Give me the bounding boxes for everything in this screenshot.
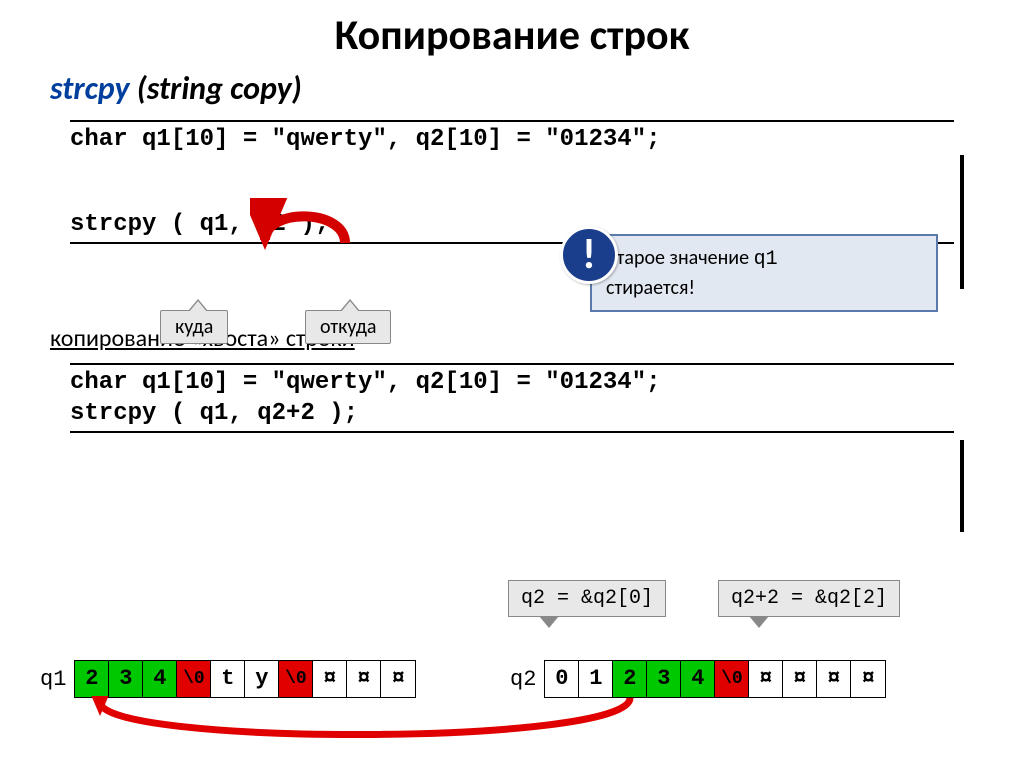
mem-label-q2: q2 bbox=[510, 667, 536, 692]
info-text-1: Старое значение bbox=[606, 246, 754, 270]
memory-cells-q1: 234\0ty\0¤¤¤ bbox=[74, 660, 416, 698]
memory-cell: y bbox=[245, 661, 279, 697]
copy-arrow-icon bbox=[80, 696, 680, 756]
assign-arrow-icon bbox=[250, 198, 370, 258]
memory-cell: ¤ bbox=[313, 661, 347, 697]
mem-label-q1: q1 bbox=[40, 667, 66, 692]
memory-cell: 4 bbox=[143, 661, 177, 697]
dest-tag: куда bbox=[160, 310, 228, 344]
divider bbox=[70, 431, 954, 433]
func-desc: (string copy) bbox=[130, 69, 302, 108]
info-var: q1 bbox=[754, 248, 778, 271]
memory-cell: 1 bbox=[579, 661, 613, 697]
code-block-bar bbox=[960, 440, 964, 532]
exclaim-icon: ! bbox=[560, 226, 618, 284]
memory-cell: \0 bbox=[715, 661, 749, 697]
code-call-2: strcpy ( q1, q2+2 ); bbox=[70, 400, 954, 427]
page-title: Копирование строк bbox=[30, 10, 994, 61]
code-declaration: char q1[10] = "qwerty", q2[10] = "01234"… bbox=[70, 126, 954, 153]
addr-box-left: q2 = &q2[0] bbox=[508, 580, 666, 617]
code-declaration-2: char q1[10] = "qwerty", q2[10] = "01234"… bbox=[70, 369, 954, 396]
memory-cell: ¤ bbox=[851, 661, 885, 697]
memory-cell: \0 bbox=[279, 661, 313, 697]
memory-cell: 3 bbox=[647, 661, 681, 697]
memory-cell: ¤ bbox=[817, 661, 851, 697]
info-text-2: стирается! bbox=[606, 276, 695, 300]
memory-cell: ¤ bbox=[783, 661, 817, 697]
memory-cell: 3 bbox=[109, 661, 143, 697]
memory-cell: ¤ bbox=[749, 661, 783, 697]
memory-cell: 2 bbox=[613, 661, 647, 697]
dest-label: куда bbox=[175, 315, 213, 339]
memory-cell: ¤ bbox=[347, 661, 381, 697]
memory-cell: 2 bbox=[75, 661, 109, 697]
divider bbox=[70, 120, 954, 122]
memory-q1: q1 234\0ty\0¤¤¤ bbox=[40, 660, 416, 698]
memory-q2: q2 01234\0¤¤¤¤ bbox=[510, 660, 886, 698]
func-name: strcpy bbox=[50, 69, 130, 108]
divider bbox=[70, 363, 954, 365]
memory-cell: 0 bbox=[545, 661, 579, 697]
src-tag: откуда bbox=[305, 310, 391, 344]
subtitle: strcpy (string copy) bbox=[50, 69, 994, 108]
memory-cell: \0 bbox=[177, 661, 211, 697]
code-block-1: char q1[10] = "qwerty", q2[10] = "01234"… bbox=[70, 120, 994, 244]
info-box: ! Старое значение q1 стирается! bbox=[590, 234, 938, 312]
src-label: откуда bbox=[320, 315, 376, 339]
memory-cells-q2: 01234\0¤¤¤¤ bbox=[544, 660, 886, 698]
code-block-2: char q1[10] = "qwerty", q2[10] = "01234"… bbox=[70, 363, 994, 433]
memory-cell: t bbox=[211, 661, 245, 697]
addr-box-right: q2+2 = &q2[2] bbox=[718, 580, 900, 617]
memory-cell: ¤ bbox=[381, 661, 415, 697]
memory-cell: 4 bbox=[681, 661, 715, 697]
